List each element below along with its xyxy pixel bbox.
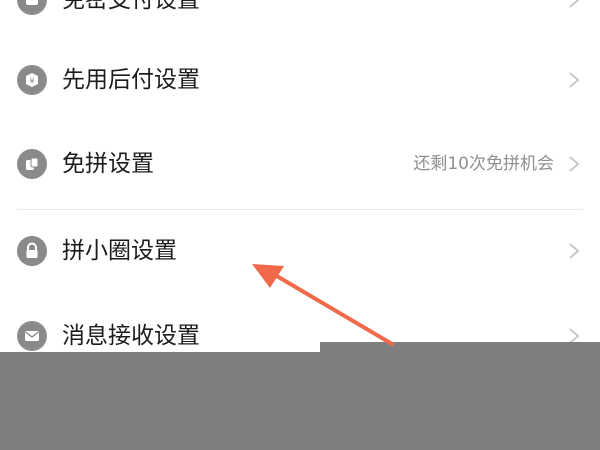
settings-item-label: 先用后付设置 — [62, 67, 200, 93]
free-group-remaining-text: 还剩10次免拼机会 — [413, 154, 554, 174]
chevron-right-icon — [569, 156, 580, 172]
settings-item-label: 免密支付设置 — [62, 0, 200, 13]
settings-item-label: 免拼设置 — [62, 151, 154, 177]
chevron-right-icon — [569, 0, 580, 8]
lock-icon — [17, 236, 47, 266]
settings-item-label: 拼小圈设置 — [62, 238, 177, 264]
settings-item-pay-later[interactable]: ¥ 先用后付设置 — [0, 38, 600, 122]
settings-item-password-free-payment[interactable]: 免密支付设置 — [0, 0, 600, 42]
chevron-right-icon — [569, 72, 580, 88]
settings-item-circle[interactable]: 拼小圈设置 — [0, 209, 600, 293]
message-icon — [17, 321, 47, 351]
svg-text:¥: ¥ — [29, 77, 34, 86]
gray-overlay-bottom — [0, 352, 600, 450]
settings-item-free-group[interactable]: 免拼设置 还剩10次免拼机会 — [0, 122, 600, 206]
payment-icon — [17, 0, 47, 15]
pay-later-icon: ¥ — [17, 65, 47, 95]
free-group-icon — [17, 149, 47, 179]
chevron-right-icon — [569, 243, 580, 259]
settings-item-label: 消息接收设置 — [62, 323, 200, 349]
